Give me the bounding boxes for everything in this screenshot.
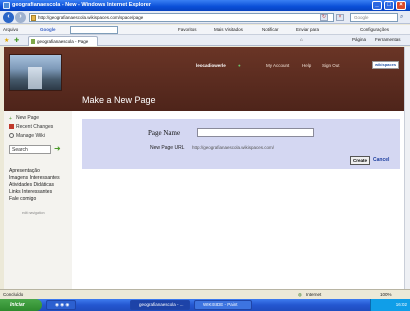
forward-button[interactable]: › [15, 12, 26, 23]
page-name-input[interactable] [197, 128, 314, 137]
create-button[interactable]: Create [350, 156, 370, 165]
new-page-form: Page Name New Page URL http://geografian… [82, 119, 400, 169]
recent-changes-icon [9, 124, 14, 129]
globe-icon: ◍ [298, 292, 302, 297]
navigation-bar: ‹ › http://geografianaescola.wikispaces.… [0, 11, 410, 24]
ie-icon [3, 2, 10, 9]
manage-wiki-icon [9, 133, 14, 138]
sidebar: + New Page Recent Changes Manage Wiki Sea… [4, 111, 72, 289]
tab-bar: ★ ✚ geografianaescola - Page ⌂ Página Fe… [0, 35, 410, 46]
wikispaces-badge[interactable]: wikispaces [372, 61, 399, 69]
taskbar-item-browser[interactable]: geografianaescola - ... [130, 300, 190, 310]
sidebar-search-input[interactable]: Search [9, 145, 51, 154]
sign-out-link[interactable]: Sign Out [322, 63, 340, 68]
user-icon: ● [238, 63, 241, 68]
new-page-icon: + [9, 116, 12, 122]
start-button[interactable]: Iniciar [0, 299, 42, 311]
window-title-bar[interactable]: geografianaescola - New - Windows Intern… [0, 0, 410, 11]
system-tray: 16:02 [370, 299, 410, 311]
status-bar: Concluído ◍ Internet 100% [0, 289, 410, 299]
page-title: Make a New Page [82, 95, 156, 105]
stop-icon[interactable]: × [336, 14, 344, 21]
taskbar-item-paint[interactable]: WIKISIDE - Paint [194, 300, 252, 310]
maximize-button[interactable]: □ [384, 1, 394, 10]
manage-wiki-label: Manage Wiki [16, 133, 45, 139]
add-favorite-icon[interactable]: ✚ [14, 37, 19, 44]
page-url-label: New Page URL [150, 145, 185, 151]
google-search-input[interactable] [70, 26, 118, 34]
page-menu[interactable]: Página [352, 37, 366, 42]
window-title: geografianaescola - New - Windows Intern… [12, 2, 152, 8]
refresh-icon[interactable]: ↻ [320, 14, 328, 21]
zoom-level[interactable]: 100% [380, 292, 392, 297]
tab-title: geografianaescola - Page [37, 39, 89, 44]
manage-wiki-link[interactable]: Manage Wiki [9, 133, 45, 139]
help-link[interactable]: Help [302, 63, 311, 68]
nav-link-atividades[interactable]: Atividades Didáticas [9, 182, 54, 188]
page-scrollbar[interactable] [404, 47, 410, 289]
cancel-link[interactable]: Cancel [373, 157, 389, 163]
my-account-link[interactable]: My Account [266, 63, 289, 68]
recent-changes-label: Recent Changes [16, 124, 54, 130]
search-input[interactable]: Google [350, 13, 398, 22]
wiki-header: leocadiowerle ● My Account Help Sign Out… [4, 47, 404, 111]
edit-navigation-link[interactable]: edit navigation [22, 211, 45, 215]
notify-button[interactable]: Notificar [262, 27, 279, 32]
zone-label: Internet [306, 292, 322, 297]
address-bar[interactable]: http://geografianaescola.wikispaces.com/… [29, 13, 334, 22]
search-icon[interactable]: ⌕ [400, 14, 403, 21]
tab-page[interactable]: geografianaescola - Page [28, 36, 98, 46]
clock: 16:02 [395, 302, 407, 307]
wiki-favicon-icon [31, 39, 35, 44]
page-url-value: http://geografianaescola.wikispaces.com/ [192, 145, 275, 150]
favorites-star-icon[interactable]: ★ [4, 37, 9, 44]
close-button[interactable]: × [396, 1, 406, 10]
minimize-button[interactable]: _ [372, 1, 382, 10]
address-url: http://geografianaescola.wikispaces.com/… [38, 15, 144, 20]
page-name-label: Page Name [148, 129, 181, 137]
web-page: leocadiowerle ● My Account Help Sign Out… [4, 47, 404, 289]
settings-button[interactable]: Configurações [360, 27, 389, 32]
status-text: Concluído [3, 292, 24, 297]
back-button[interactable]: ‹ [3, 12, 14, 23]
nav-link-links[interactable]: Links Interessantes [9, 189, 52, 195]
nav-link-apresentacao[interactable]: Apresentação [9, 168, 40, 174]
home-icon[interactable]: ⌂ [300, 37, 303, 42]
wiki-logo-image[interactable] [9, 54, 62, 91]
toolbar: Arquivo Google Favoritos Mais Visitados … [0, 25, 410, 35]
page-icon [31, 15, 36, 21]
most-visited-button[interactable]: Mais Visitados [214, 27, 243, 32]
sidebar-search-value: Search [12, 147, 28, 153]
menu-arquivo[interactable]: Arquivo [3, 27, 18, 32]
nav-link-imagens[interactable]: Imagens Interessantes [9, 175, 60, 181]
favorites-button[interactable]: Favoritos [178, 27, 197, 32]
new-page-link[interactable]: + New Page [9, 115, 40, 122]
nav-link-fale-comigo[interactable]: Fale comigo [9, 196, 36, 202]
recent-changes-link[interactable]: Recent Changes [9, 124, 53, 130]
taskbar: Iniciar ◉ ◉ ◉ geografianaescola - ... WI… [0, 299, 410, 311]
new-page-label: New Page [16, 115, 40, 121]
send-to-button[interactable]: Enviar para [296, 27, 319, 32]
tools-menu[interactable]: Ferramentas [375, 37, 401, 42]
search-placeholder: Google [354, 15, 369, 20]
search-go-arrow-icon[interactable]: ➜ [54, 144, 61, 153]
google-logo: Google [40, 27, 56, 32]
username-link[interactable]: leocadiowerle [196, 63, 226, 68]
quick-launch[interactable]: ◉ ◉ ◉ [46, 300, 76, 310]
